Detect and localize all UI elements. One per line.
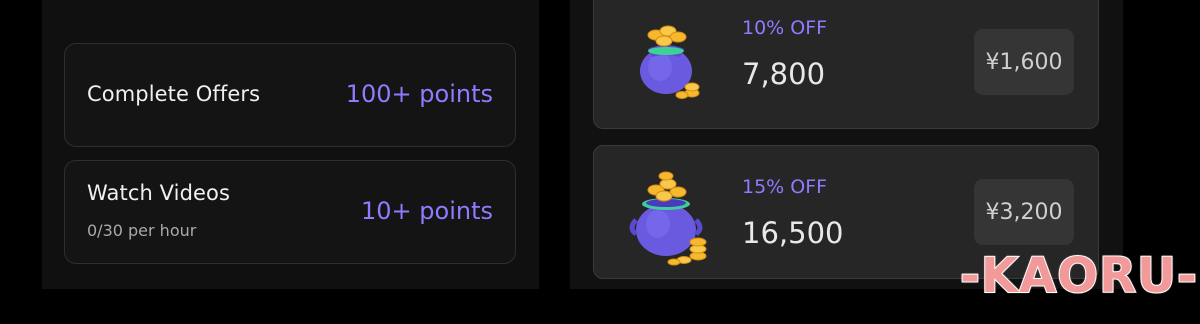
offer-title: Watch Videos [87, 181, 231, 205]
discount-label: 10% OFF [742, 17, 828, 39]
offer-points: 100+ points [345, 80, 493, 108]
offer-points: 10+ points [361, 197, 493, 225]
price-button[interactable]: ¥1,600 [974, 29, 1074, 95]
watermark: -KAORU- [959, 247, 1198, 305]
offer-title: Complete Offers [87, 82, 261, 106]
discount-label: 15% OFF [742, 176, 828, 198]
earn-points-panel: Complete Offers 100+ points Watch Videos… [42, 0, 539, 289]
page: Complete Offers 100+ points Watch Videos… [0, 0, 1200, 324]
pack-card[interactable]: 10% OFF 7,800 ¥1,600 [593, 0, 1099, 129]
watch-videos-card[interactable]: Watch Videos 0/30 per hour 10+ points [64, 160, 516, 264]
points-amount: 7,800 [742, 57, 826, 91]
coin-pot-icon [626, 168, 716, 272]
point-packs-panel: 10% OFF 7,800 ¥1,600 15% OFF 16,500 ¥3,2… [570, 0, 1123, 289]
complete-offers-card[interactable]: Complete Offers 100+ points [64, 43, 516, 147]
coin-bag-icon [630, 21, 710, 105]
points-amount: 16,500 [742, 216, 844, 250]
offer-subtitle: 0/30 per hour [87, 221, 197, 240]
price-button[interactable]: ¥3,200 [974, 179, 1074, 245]
